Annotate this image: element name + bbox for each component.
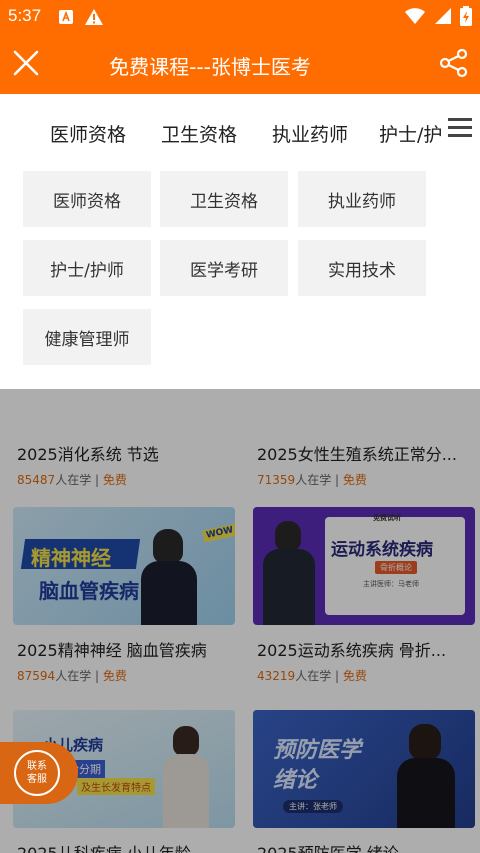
page-title: 免费课程---张博士医考 bbox=[109, 55, 311, 79]
tab-nurse[interactable]: 护士/护 bbox=[379, 120, 442, 147]
category-option[interactable]: 健康管理师 bbox=[23, 309, 151, 365]
menu-icon-bar bbox=[448, 118, 472, 121]
contact-badge: 联系 客服 bbox=[14, 750, 60, 796]
category-option[interactable]: 实用技术 bbox=[298, 240, 426, 296]
contact-support-button[interactable]: 联系 客服 bbox=[0, 742, 78, 804]
category-option[interactable]: 护士/护师 bbox=[23, 240, 151, 296]
menu-icon-bar bbox=[448, 134, 472, 137]
tab-doctor-qualification[interactable]: 医师资格 bbox=[50, 120, 126, 147]
category-option[interactable]: 卫生资格 bbox=[160, 171, 288, 227]
menu-icon-bar bbox=[448, 126, 472, 129]
category-panel: 医师资格 卫生资格 执业药师 护士/护 医师资格 卫生资格 执业药师 护士/护师… bbox=[0, 94, 480, 389]
category-menu-button[interactable] bbox=[446, 114, 474, 142]
share-button[interactable] bbox=[438, 47, 470, 79]
signal-icon bbox=[435, 8, 451, 24]
contact-line-1: 联系 bbox=[27, 761, 47, 772]
contact-line-2: 客服 bbox=[27, 774, 47, 785]
status-bar: 5:37 bbox=[0, 0, 480, 34]
text-notification-icon bbox=[59, 10, 73, 24]
close-button[interactable] bbox=[10, 47, 42, 79]
category-tabs: 医师资格 卫生资格 执业药师 护士/护 bbox=[0, 94, 480, 170]
close-icon bbox=[13, 50, 39, 76]
category-option[interactable]: 医师资格 bbox=[23, 171, 151, 227]
category-option[interactable]: 执业药师 bbox=[298, 171, 426, 227]
status-time: 5:37 bbox=[8, 6, 42, 25]
wifi-icon bbox=[405, 8, 425, 24]
warning-icon bbox=[85, 9, 103, 25]
tab-pharmacist[interactable]: 执业药师 bbox=[272, 120, 348, 147]
category-option[interactable]: 医学考研 bbox=[160, 240, 288, 296]
share-icon bbox=[439, 48, 468, 78]
tab-health-qualification[interactable]: 卫生资格 bbox=[161, 120, 237, 147]
battery-icon bbox=[460, 6, 472, 26]
app-bar: 免费课程---张博士医考 bbox=[0, 34, 480, 94]
